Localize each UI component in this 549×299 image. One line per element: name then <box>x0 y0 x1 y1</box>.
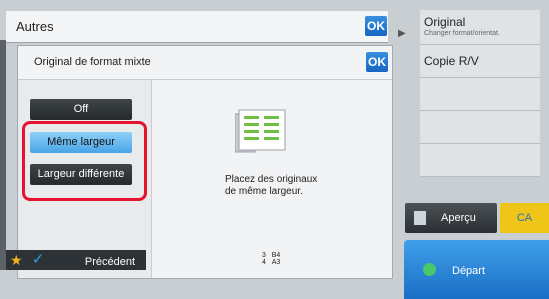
start-label: Départ <box>452 265 486 277</box>
empty-setting-row-3 <box>420 144 540 177</box>
original-setting[interactable]: Original Changer format/orientat. <box>420 10 540 45</box>
original-label: Original <box>424 15 466 29</box>
tray-row: 4 A3 <box>262 259 314 266</box>
copier-screen: Autres OK Original Changer format/orient… <box>0 0 549 299</box>
star-icon[interactable]: ★ <box>10 252 23 269</box>
page-title: Autres <box>16 19 54 34</box>
dialog-title: Original de format mixte <box>34 56 151 68</box>
tray-row: 3 B4 <box>262 252 314 259</box>
preview-icon <box>414 211 426 225</box>
clear-all-button[interactable]: CA <box>500 203 549 233</box>
start-icon <box>423 263 436 276</box>
tray-number: 3 <box>262 252 266 259</box>
empty-setting-row-1 <box>420 78 540 111</box>
preview-label: Aperçu <box>441 212 476 224</box>
start-button[interactable]: Départ <box>404 240 549 299</box>
previous-button[interactable]: Précédent <box>74 252 146 272</box>
message-line-1: Placez des originaux <box>225 174 318 185</box>
option-different-width[interactable]: Largeur différente <box>30 164 132 185</box>
dialog-ok-button[interactable]: OK <box>366 52 388 72</box>
dialog-message: Placez des originaux de même largeur. <box>225 174 317 198</box>
empty-setting-row-2 <box>420 111 540 144</box>
original-sublabel: Changer format/orientat. <box>424 30 500 37</box>
check-icon[interactable]: ✓ <box>28 250 48 270</box>
document-icon <box>235 109 286 153</box>
paper-tray-indicator: 3 B4 4 A3 <box>262 252 314 274</box>
preview-button[interactable]: Aperçu <box>405 203 497 233</box>
tray-number: 4 <box>262 259 266 266</box>
tray-size: B4 <box>271 252 281 259</box>
top-ok-button[interactable]: OK <box>365 16 387 36</box>
left-edge-strip <box>0 40 6 270</box>
duplex-copy-setting[interactable]: Copie R/V <box>420 45 540 78</box>
mixed-size-original-dialog: Original de format mixte OK Off Même lar… <box>17 45 393 279</box>
option-off[interactable]: Off <box>30 99 132 120</box>
option-same-width[interactable]: Même largeur <box>30 132 132 153</box>
play-arrow-icon: ▶ <box>398 28 406 39</box>
tray-size: A3 <box>271 259 281 266</box>
other-functions-bar: Autres <box>6 11 388 43</box>
duplex-copy-label: Copie R/V <box>424 54 479 68</box>
column-divider <box>151 80 152 278</box>
message-line-2: de même largeur. <box>225 186 303 197</box>
